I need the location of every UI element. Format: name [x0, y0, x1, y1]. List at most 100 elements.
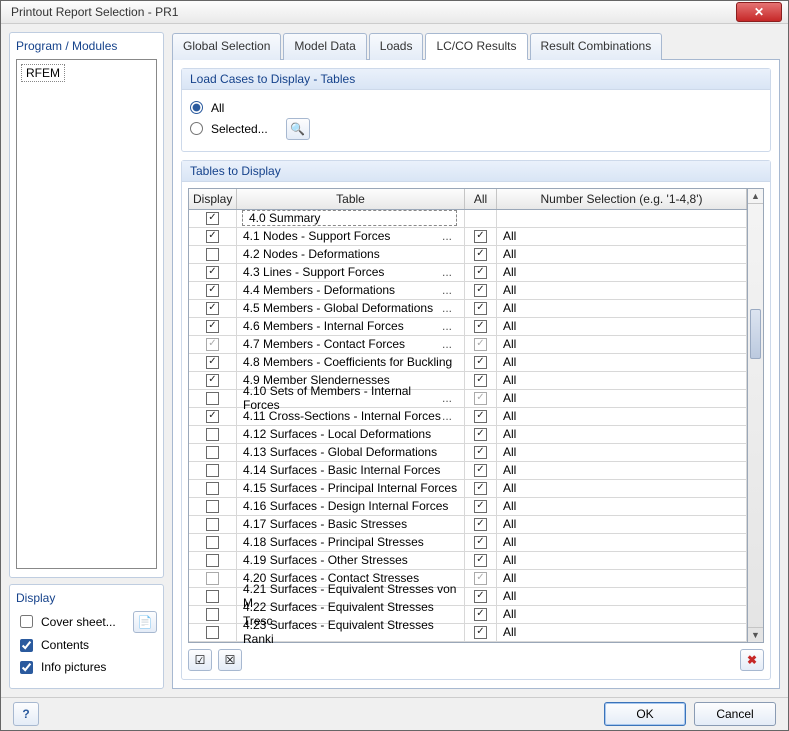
ellipsis-icon[interactable]: ... [442, 229, 458, 243]
table-name[interactable]: 4.14 Surfaces - Basic Internal Forces [243, 463, 440, 477]
table-name[interactable]: 4.1 Nodes - Support Forces [243, 229, 390, 243]
tab-lc-co-results[interactable]: LC/CO Results [425, 33, 527, 60]
all-checkbox[interactable]: ✓ [474, 590, 487, 603]
display-checkbox[interactable]: ✓ [206, 410, 219, 423]
selection-text[interactable]: All [503, 319, 516, 333]
tab-model-data[interactable]: Model Data [283, 33, 366, 60]
selection-text[interactable]: All [503, 553, 516, 567]
all-checkbox[interactable]: ✓ [474, 554, 487, 567]
table-name[interactable]: 4.2 Nodes - Deformations [243, 247, 380, 261]
table-name[interactable]: 4.16 Surfaces - Design Internal Forces [243, 499, 448, 513]
selection-text[interactable]: All [503, 229, 516, 243]
all-checkbox[interactable]: ✓ [474, 572, 487, 585]
selection-text[interactable]: All [503, 517, 516, 531]
all-checkbox[interactable]: ✓ [474, 410, 487, 423]
all-checkbox[interactable]: ✓ [474, 518, 487, 531]
display-checkbox[interactable] [206, 464, 219, 477]
display-checkbox[interactable] [206, 608, 219, 621]
cancel-button[interactable]: Cancel [694, 702, 776, 726]
display-checkbox[interactable] [206, 392, 219, 405]
tab-loads[interactable]: Loads [369, 33, 424, 60]
pick-loadcases-button[interactable]: 🔍 [286, 118, 310, 140]
table-name[interactable]: 4.4 Members - Deformations [243, 283, 395, 297]
modules-tree[interactable]: RFEM [16, 59, 157, 569]
ellipsis-icon[interactable]: ... [442, 301, 458, 315]
all-checkbox[interactable]: ✓ [474, 284, 487, 297]
display-checkbox[interactable] [206, 554, 219, 567]
all-checkbox[interactable]: ✓ [474, 608, 487, 621]
table-name[interactable]: 4.6 Members - Internal Forces [243, 319, 404, 333]
all-checkbox[interactable]: ✓ [474, 428, 487, 441]
table-name[interactable]: 4.3 Lines - Support Forces [243, 265, 384, 279]
table-name[interactable]: 4.17 Surfaces - Basic Stresses [243, 517, 407, 531]
display-checkbox[interactable]: ✓ [206, 374, 219, 387]
selection-text[interactable]: All [503, 373, 516, 387]
all-checkbox[interactable]: ✓ [474, 374, 487, 387]
selection-text[interactable]: All [503, 445, 516, 459]
all-checkbox[interactable]: ✓ [474, 392, 487, 405]
selection-text[interactable]: All [503, 499, 516, 513]
selection-text[interactable]: All [503, 247, 516, 261]
selection-text[interactable]: All [503, 625, 516, 639]
display-checkbox[interactable]: ✓ [206, 266, 219, 279]
selection-text[interactable]: All [503, 427, 516, 441]
all-checkbox[interactable]: ✓ [474, 446, 487, 459]
all-checkbox[interactable]: ✓ [474, 464, 487, 477]
display-checkbox[interactable] [206, 536, 219, 549]
info-pictures-checkbox[interactable] [20, 661, 33, 674]
selection-text[interactable]: All [503, 337, 516, 351]
all-checkbox[interactable]: ✓ [474, 356, 487, 369]
scroll-thumb[interactable] [750, 309, 761, 359]
selection-text[interactable]: All [503, 265, 516, 279]
display-checkbox[interactable] [206, 572, 219, 585]
display-checkbox[interactable]: ✓ [206, 356, 219, 369]
table-name[interactable]: 4.0 Summary [242, 210, 457, 226]
ellipsis-icon[interactable]: ... [442, 283, 458, 297]
all-checkbox[interactable]: ✓ [474, 500, 487, 513]
hdr-display[interactable]: Display [189, 189, 237, 209]
selection-text[interactable]: All [503, 607, 516, 621]
scroll-down-icon[interactable]: ▼ [748, 627, 763, 642]
selection-text[interactable]: All [503, 463, 516, 477]
grid-scrollbar[interactable]: ▲ ▼ [748, 188, 764, 643]
display-checkbox[interactable]: ✓ [206, 320, 219, 333]
all-checkbox[interactable]: ✓ [474, 482, 487, 495]
ellipsis-icon[interactable]: ... [442, 265, 458, 279]
tab-global-selection[interactable]: Global Selection [172, 33, 281, 60]
display-checkbox[interactable] [206, 248, 219, 261]
all-checkbox[interactable]: ✓ [474, 266, 487, 279]
table-name[interactable]: 4.19 Surfaces - Other Stresses [243, 553, 408, 567]
display-checkbox[interactable]: ✓ [206, 230, 219, 243]
ellipsis-icon[interactable]: ... [442, 391, 458, 405]
radio-all[interactable] [190, 101, 203, 114]
contents-checkbox[interactable] [20, 639, 33, 652]
display-checkbox[interactable] [206, 482, 219, 495]
hdr-selection[interactable]: Number Selection (e.g. '1-4,8') [497, 189, 747, 209]
select-all-button[interactable]: ☑ [188, 649, 212, 671]
table-name[interactable]: 4.8 Members - Coefficients for Buckling [243, 355, 452, 369]
table-name[interactable]: 4.18 Surfaces - Principal Stresses [243, 535, 424, 549]
display-checkbox[interactable] [206, 590, 219, 603]
selection-text[interactable]: All [503, 571, 516, 585]
display-checkbox[interactable] [206, 500, 219, 513]
radio-selected[interactable] [190, 122, 203, 135]
selection-text[interactable]: All [503, 409, 516, 423]
ok-button[interactable]: OK [604, 702, 686, 726]
table-name[interactable]: 4.7 Members - Contact Forces [243, 337, 405, 351]
scroll-up-icon[interactable]: ▲ [748, 189, 763, 204]
deselect-all-button[interactable]: ☒ [218, 649, 242, 671]
all-checkbox[interactable]: ✓ [474, 230, 487, 243]
all-checkbox[interactable]: ✓ [474, 320, 487, 333]
table-name[interactable]: 4.13 Surfaces - Global Deformations [243, 445, 437, 459]
selection-text[interactable]: All [503, 589, 516, 603]
cover-sheet-edit-button[interactable]: 📄 [133, 611, 157, 633]
selection-text[interactable]: All [503, 535, 516, 549]
selection-text[interactable]: All [503, 391, 516, 405]
table-name[interactable]: 4.15 Surfaces - Principal Internal Force… [243, 481, 457, 495]
display-checkbox[interactable] [206, 626, 219, 639]
hdr-all[interactable]: All [465, 189, 497, 209]
hdr-table[interactable]: Table [237, 189, 465, 209]
display-checkbox[interactable]: ✓ [206, 338, 219, 351]
display-checkbox[interactable] [206, 446, 219, 459]
all-checkbox[interactable]: ✓ [474, 248, 487, 261]
